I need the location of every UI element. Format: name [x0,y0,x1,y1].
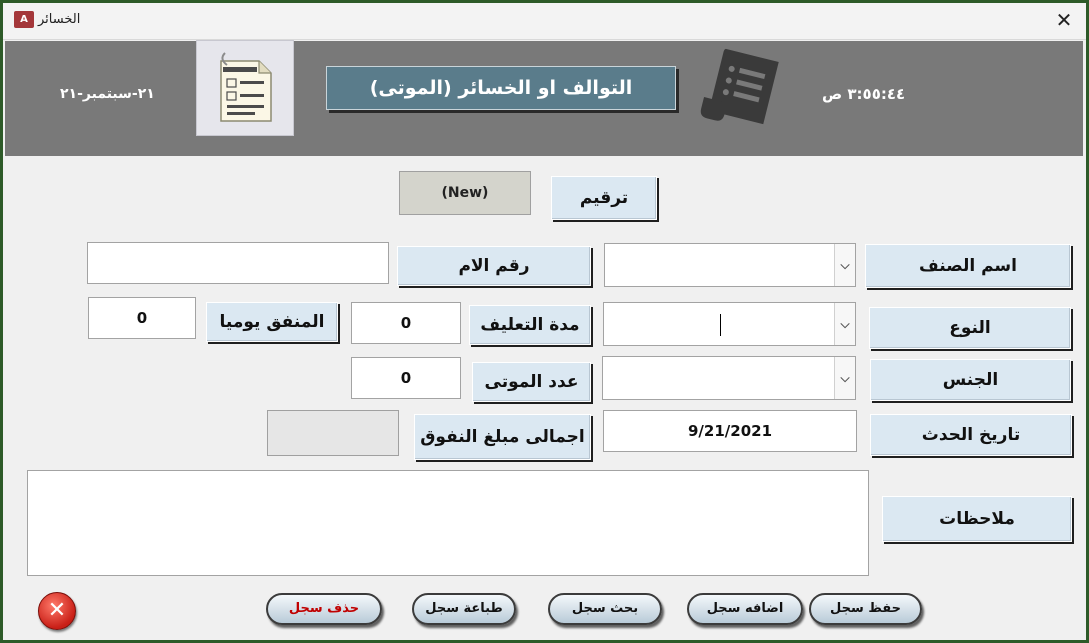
delete-record-button[interactable]: حذف سجل [266,593,382,625]
print-record-button[interactable]: طباعة سجل [412,593,516,625]
notes-textarea[interactable] [27,470,869,576]
access-icon: A [14,11,34,28]
text-cursor [720,314,721,336]
daily-spent-input[interactable]: 0 [88,297,196,339]
header-date: ٢١-سبتمبر-٢١ [60,86,155,102]
type-label: النوع [869,307,1071,349]
save-record-label: حفظ سجل [830,601,901,616]
feeding-period-input[interactable]: 0 [351,302,461,344]
type-combo[interactable]: ⌵ [603,302,856,346]
exit-icon[interactable]: ✕ [38,592,76,630]
header-title: التوالف او الخسائر (الموتى) [326,66,676,110]
receipt-icon [693,47,783,131]
category-name-label: اسم الصنف [865,244,1071,288]
deaths-count-label: عدد الموتى [472,362,591,402]
print-record-label: طباعة سجل [425,601,503,616]
add-record-button[interactable]: اضافه سجل [687,593,803,625]
total-spend-label: اجمالى مبلغ النفوق [414,414,591,460]
total-spend-field [267,410,399,456]
delete-record-label: حذف سجل [288,601,360,616]
deaths-count-input[interactable]: 0 [351,357,461,399]
add-record-label: اضافه سجل [706,601,784,616]
gender-label: الجنس [870,359,1071,401]
chevron-down-icon[interactable]: ⌵ [834,244,855,286]
search-record-label: بحث سجل [571,601,639,616]
number-label: ترقيم [551,176,657,220]
close-icon[interactable]: ✕ [1050,6,1078,34]
search-record-button[interactable]: بحث سجل [548,593,662,625]
chevron-down-icon[interactable]: ⌵ [834,303,855,345]
category-name-combo[interactable]: ⌵ [604,243,856,287]
event-date-label: تاريخ الحدث [870,414,1072,456]
chevron-down-icon[interactable]: ⌵ [834,357,855,399]
notes-label: ملاحظات [882,496,1072,542]
feeding-period-label: مدة التعليف [469,305,591,345]
document-icon [196,40,294,136]
window-title: الخسائر [38,12,81,27]
mother-number-input[interactable] [87,242,389,284]
title-bar [0,0,1089,40]
gender-combo[interactable]: ⌵ [602,356,856,400]
save-record-button[interactable]: حفظ سجل [809,593,922,625]
number-field: (New) [399,171,531,215]
header-time: ٣:٥٥:٤٤ ص [822,85,906,103]
daily-spent-label: المنفق يوميا [206,302,338,342]
event-date-input[interactable]: 9/21/2021 [603,410,857,452]
mother-number-label: رقم الام [397,246,591,286]
